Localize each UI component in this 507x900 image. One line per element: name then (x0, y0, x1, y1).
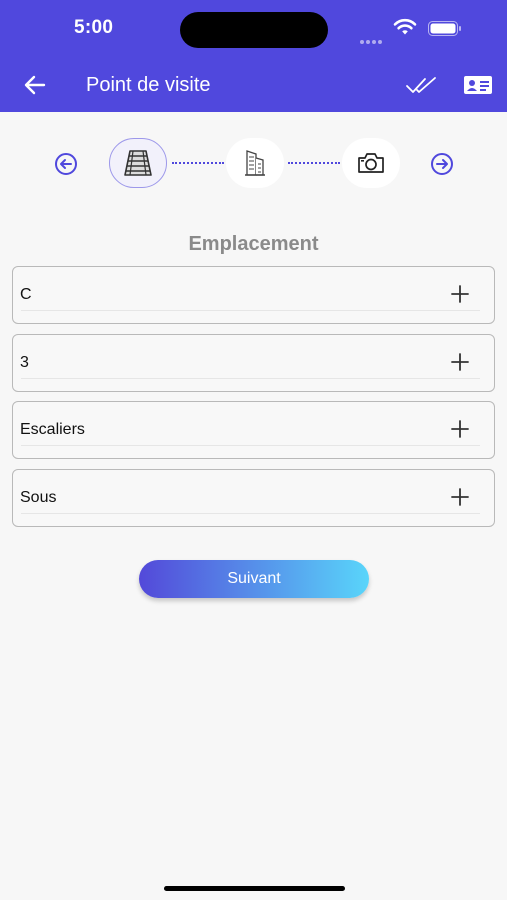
cellular-signal-icon (360, 31, 384, 49)
stairs-icon (124, 150, 152, 176)
dynamic-island (180, 12, 328, 48)
step-stairs[interactable] (109, 138, 167, 188)
battery-icon (428, 21, 461, 36)
section-title: Emplacement (188, 233, 319, 255)
plus-icon[interactable] (450, 284, 470, 304)
location-field[interactable]: 3 (12, 334, 495, 392)
arrow-right-circle-icon[interactable] (430, 152, 454, 176)
step-camera[interactable] (342, 138, 400, 188)
step-connector (172, 162, 224, 164)
plus-icon[interactable] (450, 487, 470, 507)
plus-icon[interactable] (450, 419, 470, 439)
arrow-left-icon[interactable] (22, 72, 48, 98)
field-value: Sous (20, 489, 57, 506)
field-underline (21, 310, 480, 311)
field-underline (21, 378, 480, 379)
location-field[interactable]: C (12, 266, 495, 324)
location-field[interactable]: Sous (12, 469, 495, 527)
app-header: 5:00 Point de visite (0, 0, 507, 112)
building-icon (245, 150, 265, 176)
plus-icon[interactable] (450, 352, 470, 372)
home-indicator (164, 886, 345, 891)
arrow-left-circle-icon[interactable] (54, 152, 78, 176)
next-button[interactable]: Suivant (139, 560, 369, 598)
field-value: 3 (20, 354, 29, 371)
camera-icon (358, 153, 384, 173)
double-check-icon[interactable] (405, 74, 439, 96)
step-indicator (0, 130, 507, 200)
field-value: Escaliers (20, 421, 85, 438)
page-title: Point de visite (86, 74, 211, 96)
field-value: C (20, 286, 32, 303)
wifi-icon (393, 18, 417, 35)
field-underline (21, 513, 480, 514)
field-underline (21, 445, 480, 446)
status-time: 5:00 (74, 17, 114, 38)
step-building[interactable] (226, 138, 284, 188)
id-card-icon[interactable] (463, 73, 493, 97)
location-field[interactable]: Escaliers (12, 401, 495, 459)
step-connector (288, 162, 340, 164)
